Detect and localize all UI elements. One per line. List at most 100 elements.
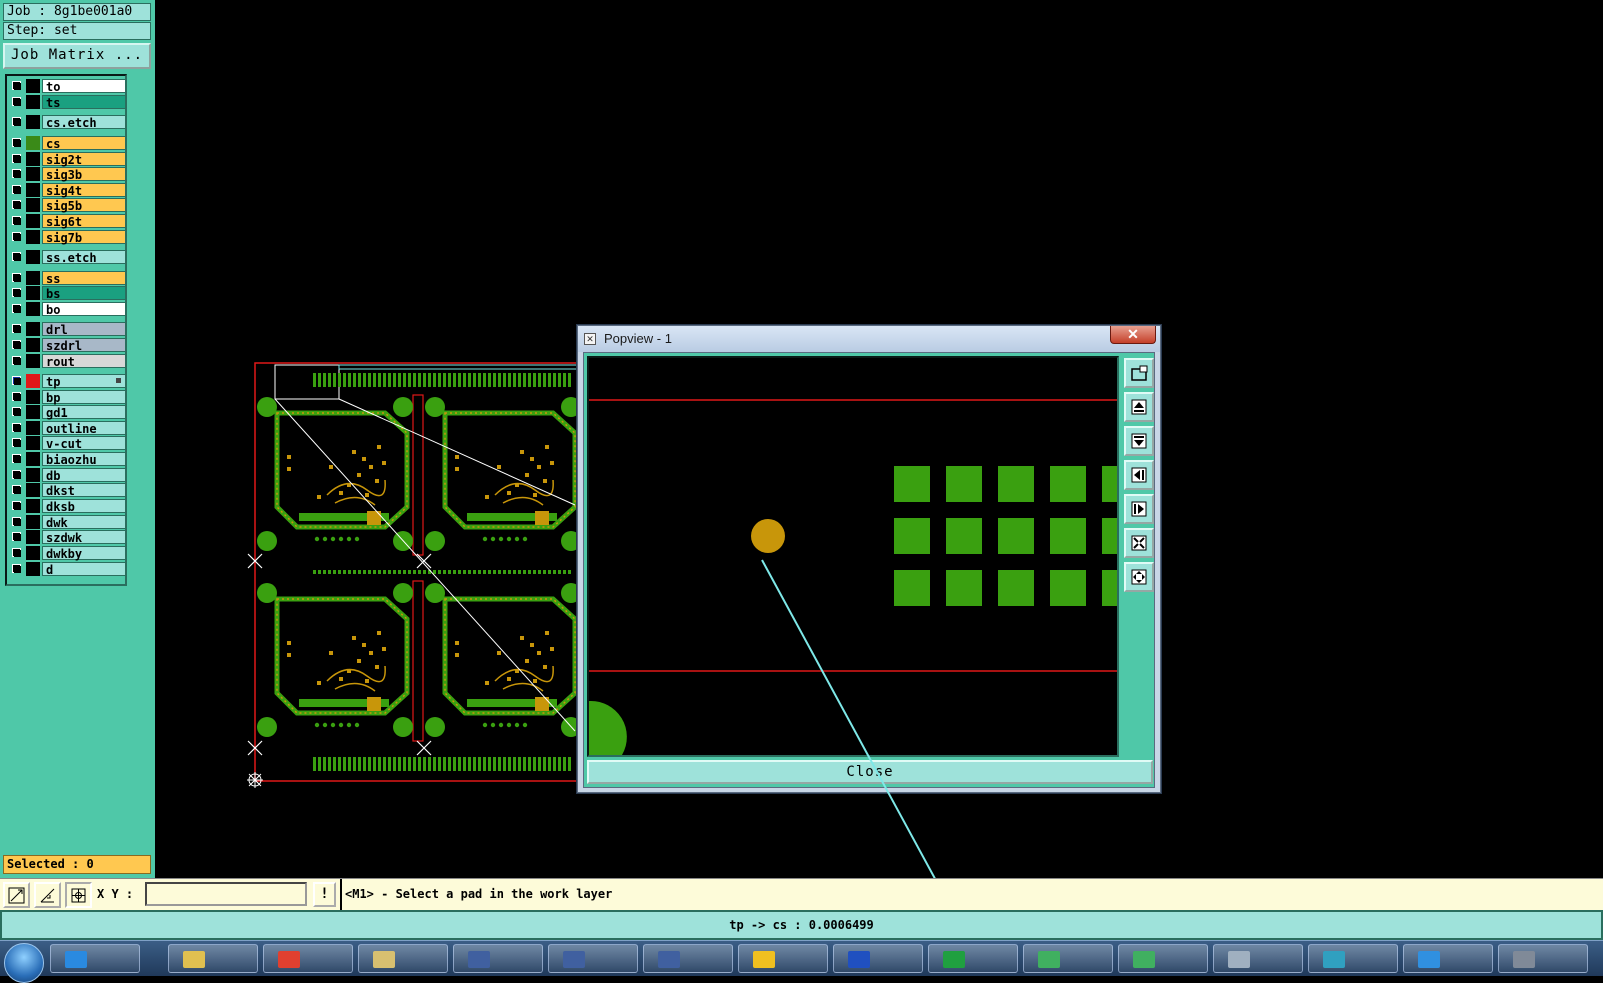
layer-color-swatch[interactable]	[26, 483, 40, 497]
layer-color-swatch[interactable]	[26, 152, 40, 166]
layer-row-cs[interactable]: cs	[9, 136, 126, 151]
pan-down-button[interactable]	[1124, 426, 1154, 456]
taskbar-item[interactable]	[1118, 944, 1208, 973]
taskbar-item[interactable]	[1023, 944, 1113, 973]
layer-row-drl[interactable]: drl	[9, 322, 126, 337]
layer-checkbox[interactable]	[12, 548, 21, 557]
taskbar-item[interactable]	[1213, 944, 1303, 973]
smd-pad[interactable]	[1102, 466, 1117, 502]
layer-color-swatch[interactable]	[26, 95, 40, 109]
layer-name[interactable]: db	[42, 468, 126, 483]
smd-pad[interactable]	[946, 570, 982, 606]
pan-up-button[interactable]	[1124, 392, 1154, 422]
layer-color-swatch[interactable]	[26, 530, 40, 544]
layer-checkbox[interactable]	[12, 117, 21, 126]
layer-name[interactable]: bs	[42, 286, 126, 301]
layer-checkbox[interactable]	[12, 423, 21, 432]
layer-color-swatch[interactable]	[26, 302, 40, 316]
taskbar-item[interactable]	[50, 944, 140, 973]
layer-name[interactable]: szdrl	[42, 338, 126, 353]
layer-checkbox[interactable]	[12, 517, 21, 526]
snap-icon[interactable]	[3, 882, 30, 908]
layer-color-swatch[interactable]	[26, 183, 40, 197]
taskbar-item[interactable]	[1308, 944, 1398, 973]
layer-checkbox[interactable]	[12, 564, 21, 573]
layer-checkbox[interactable]	[12, 185, 21, 194]
layer-checkbox[interactable]	[12, 304, 21, 313]
layer-row-outline[interactable]: outline	[9, 421, 126, 436]
smd-pad[interactable]	[1050, 570, 1086, 606]
smd-pad[interactable]	[1102, 570, 1117, 606]
layer-row-sig4t[interactable]: sig4t	[9, 183, 126, 198]
layer-color-swatch[interactable]	[26, 452, 40, 466]
job-matrix-button[interactable]: Job Matrix ...	[3, 43, 151, 69]
layer-checkbox[interactable]	[12, 288, 21, 297]
layer-checkbox[interactable]	[12, 376, 21, 385]
layer-checkbox[interactable]	[12, 340, 21, 349]
layer-checkbox[interactable]	[12, 438, 21, 447]
layer-row-db[interactable]: db	[9, 468, 126, 483]
smd-pad[interactable]	[946, 466, 982, 502]
taskbar-item[interactable]	[1403, 944, 1493, 973]
xy-input[interactable]	[145, 882, 307, 906]
layer-color-swatch[interactable]	[26, 562, 40, 576]
close-button[interactable]: Close	[587, 760, 1153, 784]
layer-name[interactable]: ss.etch	[42, 250, 126, 265]
layer-checkbox[interactable]	[12, 200, 21, 209]
smd-pad[interactable]	[1102, 518, 1117, 554]
layer-checkbox[interactable]	[12, 407, 21, 416]
layer-row-gd1[interactable]: gd1	[9, 405, 126, 420]
layer-name[interactable]: v-cut	[42, 436, 126, 451]
layer-name[interactable]: bp	[42, 390, 126, 405]
smd-pad[interactable]	[1050, 518, 1086, 554]
layer-checkbox[interactable]	[12, 501, 21, 510]
layer-name[interactable]: ss	[42, 271, 126, 286]
layer-row-ss[interactable]: ss	[9, 271, 126, 286]
layer-checkbox[interactable]	[12, 97, 21, 106]
taskbar-item[interactable]	[833, 944, 923, 973]
layer-color-swatch[interactable]	[26, 499, 40, 513]
layer-row-rout[interactable]: rout	[9, 354, 126, 369]
layer-row-szdrl[interactable]: szdrl	[9, 338, 126, 353]
layer-color-swatch[interactable]	[26, 515, 40, 529]
layer-name[interactable]: sig6t	[42, 214, 126, 229]
layer-name[interactable]: sig7b	[42, 230, 126, 245]
smd-pad[interactable]	[894, 518, 930, 554]
smd-pad[interactable]	[998, 518, 1034, 554]
layer-row-tp[interactable]: tp	[9, 374, 126, 389]
layer-row-sig5b[interactable]: sig5b	[9, 198, 126, 213]
layer-row-v-cut[interactable]: v-cut	[9, 436, 126, 451]
layer-name[interactable]: dwkby	[42, 546, 126, 561]
layer-checkbox[interactable]	[12, 252, 21, 261]
layer-checkbox[interactable]	[12, 470, 21, 479]
layer-checkbox[interactable]	[12, 454, 21, 463]
pcb-panel-view[interactable]	[245, 355, 580, 795]
taskbar-item[interactable]	[358, 944, 448, 973]
zoom-window-button[interactable]	[1124, 358, 1154, 388]
smd-pad[interactable]	[998, 570, 1034, 606]
layer-checkbox[interactable]	[12, 232, 21, 241]
layer-checkbox[interactable]	[12, 392, 21, 401]
layer-row-dwkby[interactable]: dwkby	[9, 546, 126, 561]
layer-color-swatch[interactable]	[26, 198, 40, 212]
zoom-home-button[interactable]	[1124, 562, 1154, 592]
taskbar-item[interactable]	[263, 944, 353, 973]
layer-color-swatch[interactable]	[26, 354, 40, 368]
layer-color-swatch[interactable]	[26, 167, 40, 181]
smd-pad[interactable]	[894, 466, 930, 502]
layer-name[interactable]: ts	[42, 95, 126, 110]
layer-checkbox[interactable]	[12, 154, 21, 163]
layer-color-swatch[interactable]	[26, 436, 40, 450]
taskbar-item[interactable]	[1498, 944, 1588, 973]
layer-checkbox[interactable]	[12, 356, 21, 365]
layer-color-swatch[interactable]	[26, 405, 40, 419]
start-button[interactable]	[4, 943, 44, 983]
measure-icon[interactable]	[34, 882, 61, 908]
layer-color-swatch[interactable]	[26, 230, 40, 244]
layer-row-bo[interactable]: bo	[9, 302, 126, 317]
layer-row-biaozhu[interactable]: biaozhu	[9, 452, 126, 467]
layer-name[interactable]: cs	[42, 136, 126, 151]
layer-row-bs[interactable]: bs	[9, 286, 126, 301]
layer-row-dksb[interactable]: dksb	[9, 499, 126, 514]
layer-checkbox[interactable]	[12, 138, 21, 147]
